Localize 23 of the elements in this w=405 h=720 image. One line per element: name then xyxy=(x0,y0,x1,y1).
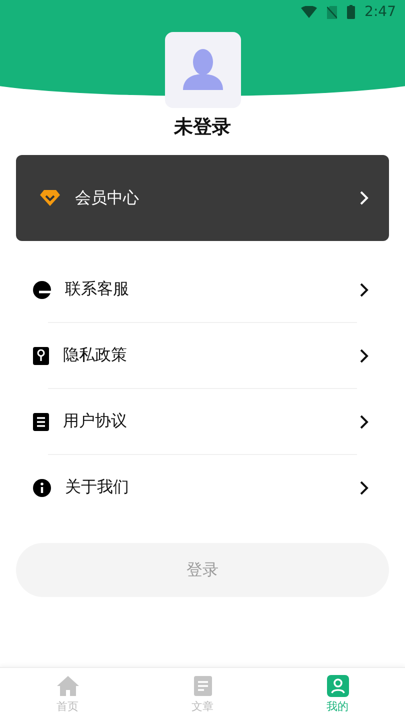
chevron-icon xyxy=(359,282,369,298)
key-icon xyxy=(32,346,50,366)
person-icon xyxy=(326,674,348,696)
user-name: 未登录 xyxy=(174,115,231,140)
person-icon xyxy=(182,48,222,92)
chevron-icon xyxy=(359,190,369,206)
vip-center-card[interactable]: 会员中心 xyxy=(16,155,389,241)
chat-icon xyxy=(32,280,52,300)
document-icon xyxy=(32,412,50,432)
info-icon xyxy=(32,478,52,498)
chevron-icon xyxy=(359,414,369,430)
chevron-icon xyxy=(359,480,369,496)
wifi-icon xyxy=(300,6,317,18)
menu-item[interactable]: 隐私政策 xyxy=(16,323,389,388)
document-icon xyxy=(192,674,214,696)
menu-item[interactable]: 用户协议 xyxy=(16,389,389,454)
menu-item[interactable]: 联系客服 xyxy=(16,257,389,322)
menu-item[interactable]: 关于我们 xyxy=(16,455,389,520)
home-icon xyxy=(56,674,80,696)
status-time: 2:47 xyxy=(364,4,396,20)
diamond-icon xyxy=(40,190,60,206)
avatar[interactable] xyxy=(164,32,240,108)
chevron-icon xyxy=(359,348,369,364)
